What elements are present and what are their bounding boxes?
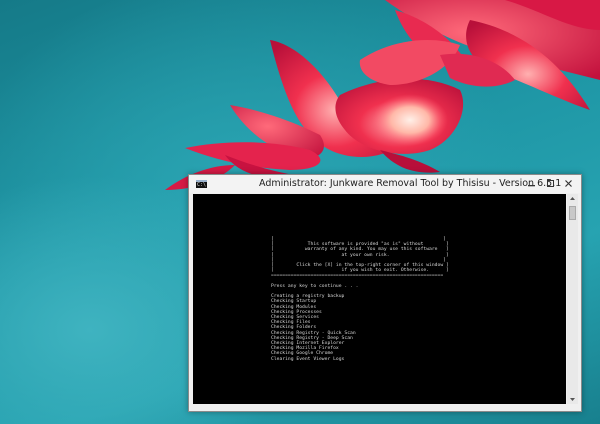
console-line: Clearing Event Viewer Logs [271, 356, 345, 362]
console-line: Press any key to continue . . . [271, 283, 359, 289]
title-bar[interactable]: C:\ Administrator: Junkware Removal Tool… [189, 175, 581, 193]
close-button[interactable] [561, 178, 576, 190]
scroll-down-arrow-icon[interactable] [567, 394, 578, 404]
console-line: ========================================… [271, 273, 444, 279]
window-title: Administrator: Junkware Removal Tool by … [259, 178, 562, 189]
vertical-scrollbar[interactable] [567, 194, 578, 404]
maximize-icon [547, 180, 554, 187]
minimize-button[interactable] [524, 178, 539, 190]
minimize-icon [528, 185, 535, 187]
maximize-button[interactable] [543, 178, 558, 190]
scrollbar-thumb[interactable] [569, 206, 576, 220]
console-output-area[interactable]: [ ] [ This software is provided "as is" … [193, 194, 566, 404]
console-output-text: [ ] [ This software is provided "as is" … [271, 237, 449, 362]
close-icon [565, 180, 572, 187]
console-window[interactable]: C:\ Administrator: Junkware Removal Tool… [188, 174, 582, 412]
console-icon[interactable]: C:\ [196, 180, 207, 188]
scroll-up-arrow-icon[interactable] [567, 194, 578, 204]
